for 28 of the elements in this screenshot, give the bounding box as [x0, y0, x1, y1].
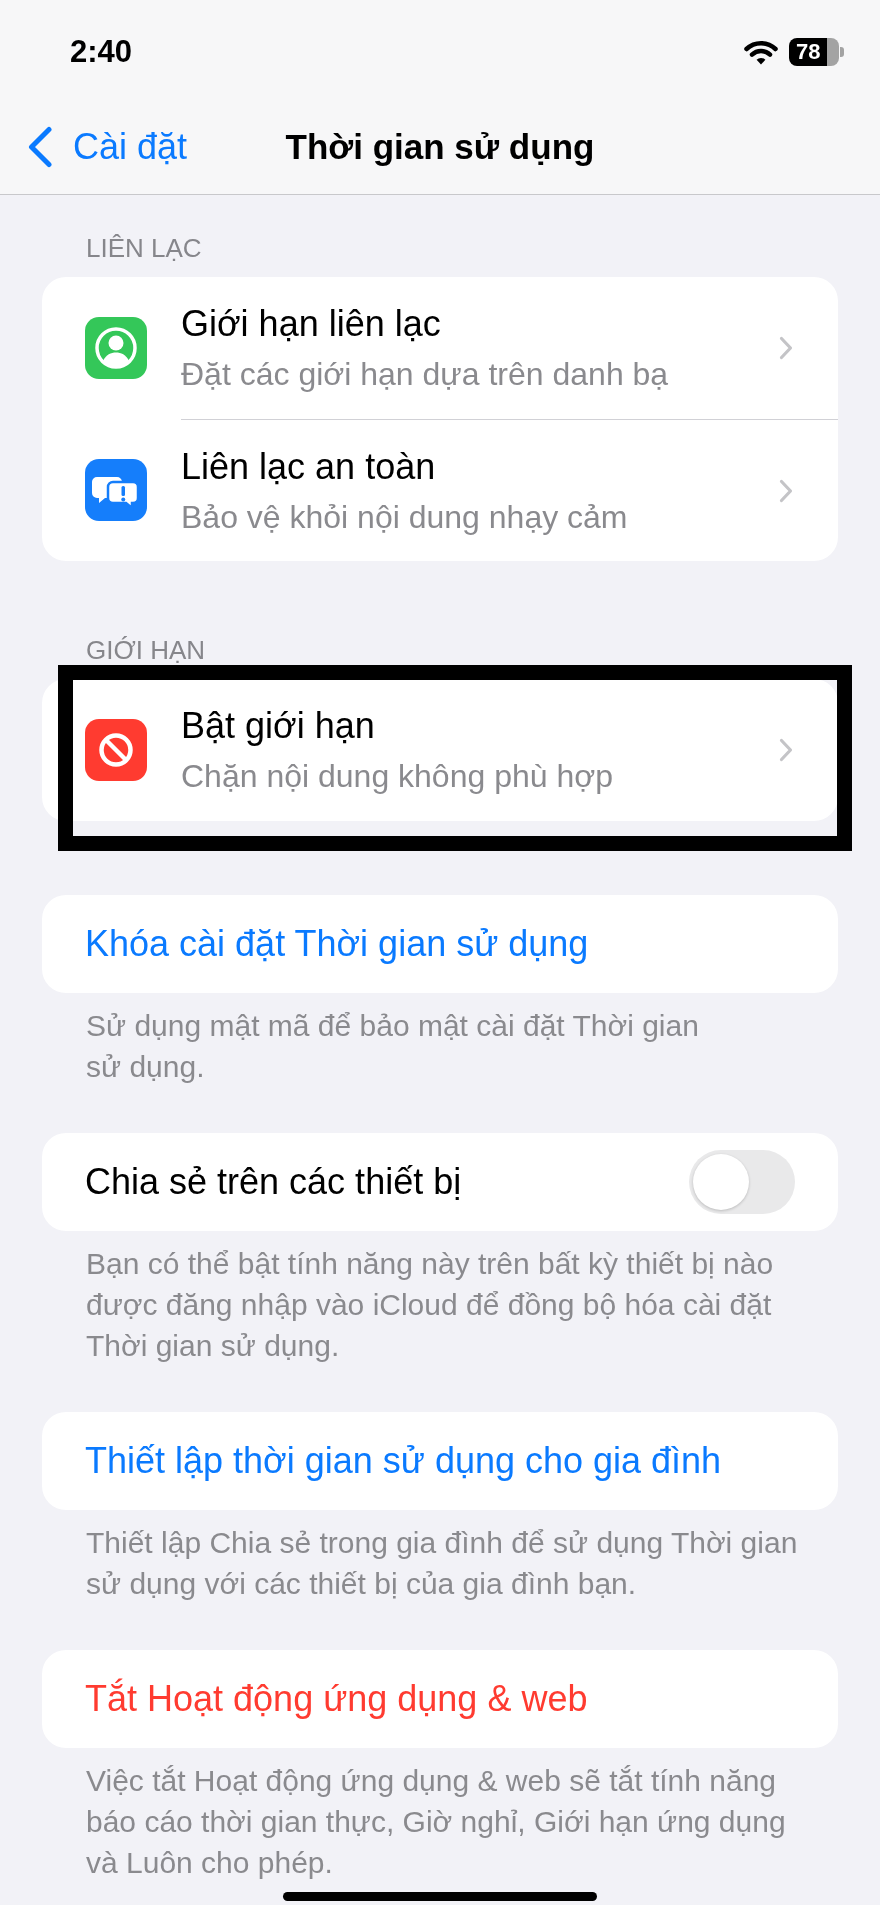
action-button[interactable]: Thiết lập thời gian sử dụng cho gia đình	[42, 1412, 838, 1510]
row-subtitle: Bảo vệ khỏi nội dung nhạy cảm	[181, 497, 628, 537]
section-footer: Sử dụng mật mã để bảo mật cài đặt Thời gian sử dụng.	[86, 1005, 820, 1087]
row-title: Chia sẻ trên các thiết bị	[85, 1160, 462, 1204]
status-time: 2:40	[70, 34, 133, 70]
row-title: Giới hạn liên lạc	[181, 302, 441, 346]
section-header: GIỚI HẠN	[86, 635, 206, 665]
battery-percentage: 78	[796, 40, 821, 64]
wifi-icon	[744, 39, 778, 65]
section-footer: Việc tắt Hoạt động ứng dụng & web sẽ tắt tính năng báo cáo thời gian thực, Giờ nghỉ, Giới hạn ứng dụng và Luôn cho phép.	[86, 1760, 820, 1883]
row-subtitle: Chặn nội dung không phù hợp	[181, 757, 613, 796]
chevron-left-icon	[27, 126, 53, 168]
section-footer: Thiết lập Chia sẻ trong gia đình để sử dụng Thời gian sử dụng với các thiết bị của gia đình bạn.	[86, 1522, 820, 1604]
chevron-right-icon	[779, 478, 793, 503]
section-header: LIÊN LẠC	[86, 233, 202, 263]
action-button[interactable]: Tắt Hoạt động ứng dụng & web	[42, 1650, 838, 1748]
settings-row[interactable]: Bật giới hạn Chặn nội dung không phù hợp	[42, 679, 838, 821]
row-title: Bật giới hạn	[181, 704, 375, 748]
row-title: Liên lạc an toàn	[181, 444, 436, 489]
settings-row[interactable]: Liên lạc an toàn Bảo vệ khỏi nội dung nhạy cảm	[42, 419, 838, 561]
row-subtitle: Đặt các giới hạn dựa trên danh bạ	[181, 355, 669, 394]
chevron-right-icon	[779, 738, 793, 762]
chevron-right-icon	[779, 336, 793, 360]
screen-title: Thời gian sử dụng	[285, 126, 595, 168]
settings-row[interactable]: Giới hạn liên lạc Đặt các giới hạn dựa trên danh bạ	[42, 277, 838, 419]
section-footer: Bạn có thể bật tính năng này trên bất kỳ thiết bị nào được đăng nhập vào iCloud để đồng bộ hóa cài đặt Thời gian sử dụng.	[86, 1243, 820, 1366]
action-button[interactable]: Khóa cài đặt Thời gian sử dụng	[42, 895, 838, 993]
back-button[interactable]: Cài đặt	[27, 125, 188, 169]
